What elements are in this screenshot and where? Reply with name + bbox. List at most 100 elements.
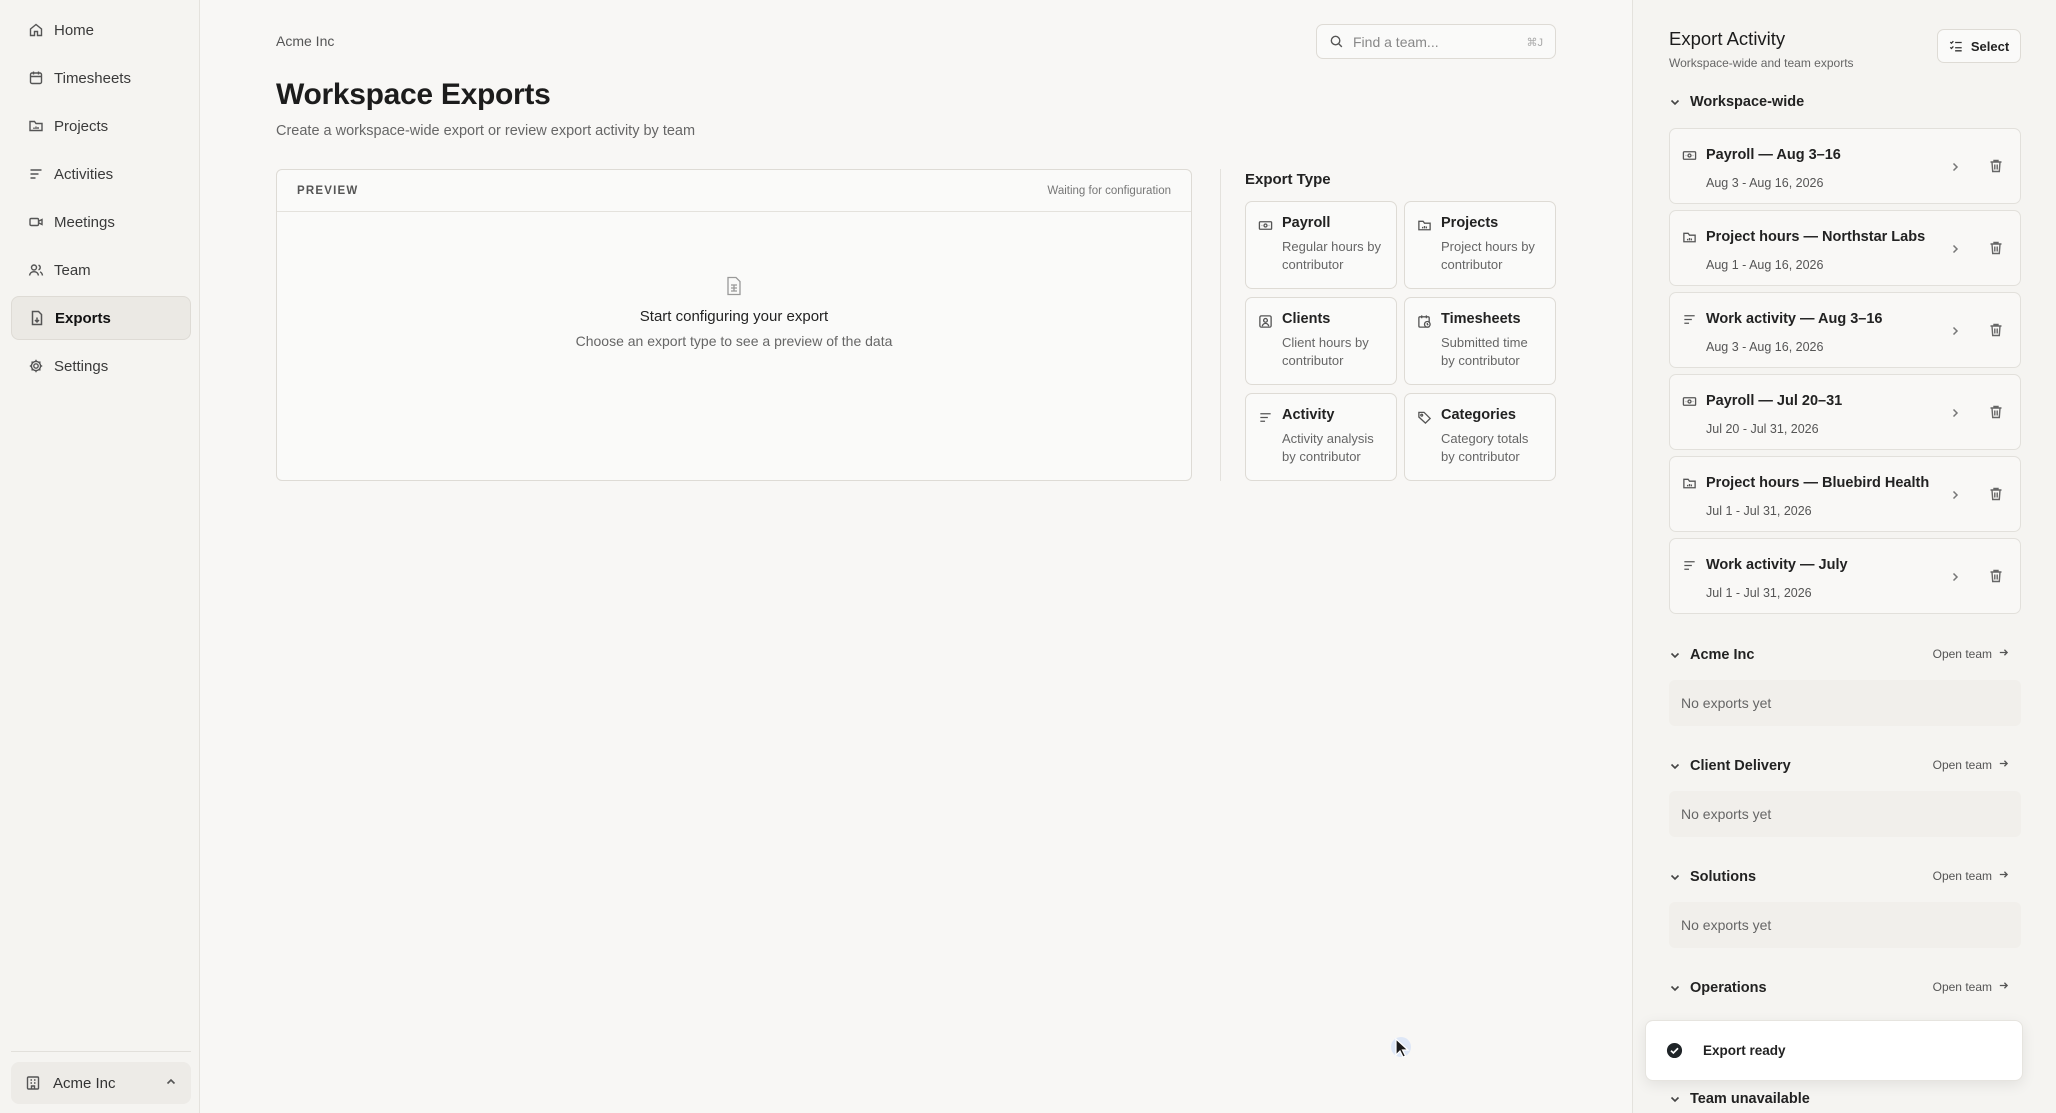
export-type-payroll[interactable]: Payroll Regular hours by contributor xyxy=(1245,201,1397,289)
export-type-desc: Submitted time by contributor xyxy=(1441,335,1528,368)
export-type-title: Export Type xyxy=(1245,171,1331,188)
team-search-input[interactable]: Find a team... ⌘J xyxy=(1316,24,1556,59)
breadcrumb[interactable]: Acme Inc xyxy=(276,33,334,49)
group-team-solutions[interactable]: Solutions Open team xyxy=(1669,865,2009,889)
export-type-label: Clients xyxy=(1282,311,1331,327)
sidebar-item-meetings[interactable]: Meetings xyxy=(11,200,191,244)
sidebar-item-projects[interactable]: Projects xyxy=(11,104,191,148)
select-button[interactable]: Select xyxy=(1937,29,2021,63)
sidebar-item-label: Timesheets xyxy=(54,69,131,87)
search-placeholder: Find a team... xyxy=(1353,33,1439,50)
export-item[interactable]: Work activity — Aug 3–16 Aug 3 - Aug 16,… xyxy=(1669,292,2021,368)
select-label: Select xyxy=(1970,38,2010,54)
folder-icon xyxy=(1417,218,1432,233)
page-subtitle: Create a workspace-wide export or review… xyxy=(276,123,696,139)
open-team-label: Open team xyxy=(1932,869,1992,883)
chevron-right-icon[interactable] xyxy=(1949,488,1961,506)
money-icon xyxy=(1258,218,1273,233)
trash-icon[interactable] xyxy=(1988,404,2004,425)
chevron-down-icon xyxy=(1669,871,1681,883)
empty-team-exports: No exports yet xyxy=(1669,680,2021,726)
export-title: Payroll — Jul 20–31 xyxy=(1706,393,1843,409)
workspace-switcher[interactable]: Acme Inc xyxy=(11,1062,191,1104)
trash-icon[interactable] xyxy=(1988,322,2004,343)
preview-status: Waiting for configuration xyxy=(1047,184,1171,197)
export-item[interactable]: Project hours — Northstar Labs Aug 1 - A… xyxy=(1669,210,2021,286)
trash-icon[interactable] xyxy=(1988,568,2004,589)
export-type-desc: Regular hours by contributor xyxy=(1282,239,1381,272)
export-type-label: Activity xyxy=(1282,407,1335,423)
export-title: Payroll — Aug 3–16 xyxy=(1706,147,1841,163)
sidebar: Home Timesheets Projects Activities Meet… xyxy=(0,0,200,1113)
chevron-right-icon[interactable] xyxy=(1949,324,1961,342)
group-label: Team unavailable xyxy=(1690,1091,1810,1107)
open-team-link[interactable]: Open team xyxy=(1933,758,2009,772)
file-export-icon xyxy=(29,310,45,326)
export-item[interactable]: Project hours — Bluebird Health Jul 1 - … xyxy=(1669,456,2021,532)
chevron-up-icon xyxy=(165,1076,177,1088)
open-team-link[interactable]: Open team xyxy=(1933,647,2009,661)
activity-lines-icon xyxy=(28,166,44,182)
sidebar-item-team[interactable]: Team xyxy=(11,248,191,292)
export-date: Aug 3 - Aug 16, 2026 xyxy=(1706,176,1824,190)
open-team-link[interactable]: Open team xyxy=(1933,869,2009,883)
export-date: Jul 20 - Jul 31, 2026 xyxy=(1706,422,1819,436)
export-item[interactable]: Payroll — Jul 20–31 Jul 20 - Jul 31, 202… xyxy=(1669,374,2021,450)
export-type-timesheets[interactable]: Timesheets Submitted time by contributor xyxy=(1404,297,1556,385)
sidebar-item-label: Home xyxy=(54,21,95,39)
group-label: Workspace-wide xyxy=(1690,94,1805,110)
group-team-client-delivery[interactable]: Client Delivery Open team xyxy=(1669,754,2009,778)
export-item[interactable]: Payroll — Aug 3–16 Aug 3 - Aug 16, 2026 xyxy=(1669,128,2021,204)
sidebar-item-label: Activities xyxy=(54,165,114,183)
trash-icon[interactable] xyxy=(1988,486,2004,507)
toast-notification: Export ready xyxy=(1645,1020,2023,1081)
open-team-label: Open team xyxy=(1932,758,1992,772)
chevron-right-icon[interactable] xyxy=(1949,570,1961,588)
export-type-label: Payroll xyxy=(1282,215,1331,231)
client-icon xyxy=(1258,314,1273,329)
export-type-projects[interactable]: Projects Project hours by contributor xyxy=(1404,201,1556,289)
folder-icon xyxy=(28,118,44,134)
activity-lines-icon xyxy=(1682,312,1697,327)
trash-icon[interactable] xyxy=(1988,240,2004,261)
chevron-right-icon[interactable] xyxy=(1949,160,1961,178)
trash-icon[interactable] xyxy=(1988,158,2004,179)
folder-icon xyxy=(1682,476,1697,491)
group-label: Solutions xyxy=(1690,869,1757,885)
export-type-categories[interactable]: Categories Category totals by contributo… xyxy=(1404,393,1556,481)
chevron-right-icon[interactable] xyxy=(1949,242,1961,260)
export-type-activity[interactable]: Activity Activity analysis by contributo… xyxy=(1245,393,1397,481)
export-date: Jul 1 - Jul 31, 2026 xyxy=(1706,586,1812,600)
sidebar-item-home[interactable]: Home xyxy=(11,8,191,52)
activity-lines-icon xyxy=(1258,410,1273,425)
section-divider xyxy=(1220,169,1221,481)
export-activity-panel: Export Activity Workspace-wide and team … xyxy=(1632,0,2056,1113)
arrow-right-icon xyxy=(1998,980,2009,994)
check-circle-icon xyxy=(1666,1042,1683,1059)
open-team-link[interactable]: Open team xyxy=(1933,980,2009,994)
gear-icon xyxy=(28,358,44,374)
toast-message: Export ready xyxy=(1703,1043,1786,1058)
document-icon xyxy=(725,276,743,296)
group-team-operations[interactable]: Operations Open team xyxy=(1669,976,2009,1000)
chevron-right-icon[interactable] xyxy=(1949,406,1961,424)
group-workspace-wide[interactable]: Workspace-wide xyxy=(1669,90,2009,114)
export-type-clients[interactable]: Clients Client hours by contributor xyxy=(1245,297,1397,385)
group-label: Client Delivery xyxy=(1690,758,1791,774)
preview-header: PREVIEW Waiting for configuration xyxy=(277,170,1191,212)
sidebar-item-activities[interactable]: Activities xyxy=(11,152,191,196)
sidebar-item-timesheets[interactable]: Timesheets xyxy=(11,56,191,100)
preview-panel: PREVIEW Waiting for configuration Start … xyxy=(276,169,1192,481)
export-date: Aug 3 - Aug 16, 2026 xyxy=(1706,340,1824,354)
group-team-unavailable[interactable]: Team unavailable xyxy=(1669,1087,2009,1111)
export-type-desc: Category totals by contributor xyxy=(1441,431,1529,464)
chevron-down-icon xyxy=(1669,760,1681,772)
group-team-acme-inc[interactable]: Acme Inc Open team xyxy=(1669,643,2009,667)
sidebar-item-exports[interactable]: Exports xyxy=(11,296,191,340)
export-type-label: Categories xyxy=(1441,407,1516,423)
empty-subtitle: Choose an export type to see a preview o… xyxy=(575,333,893,349)
sidebar-item-label: Meetings xyxy=(54,213,115,231)
sidebar-item-settings[interactable]: Settings xyxy=(11,344,191,388)
home-icon xyxy=(28,22,44,38)
export-item[interactable]: Work activity — July Jul 1 - Jul 31, 202… xyxy=(1669,538,2021,614)
